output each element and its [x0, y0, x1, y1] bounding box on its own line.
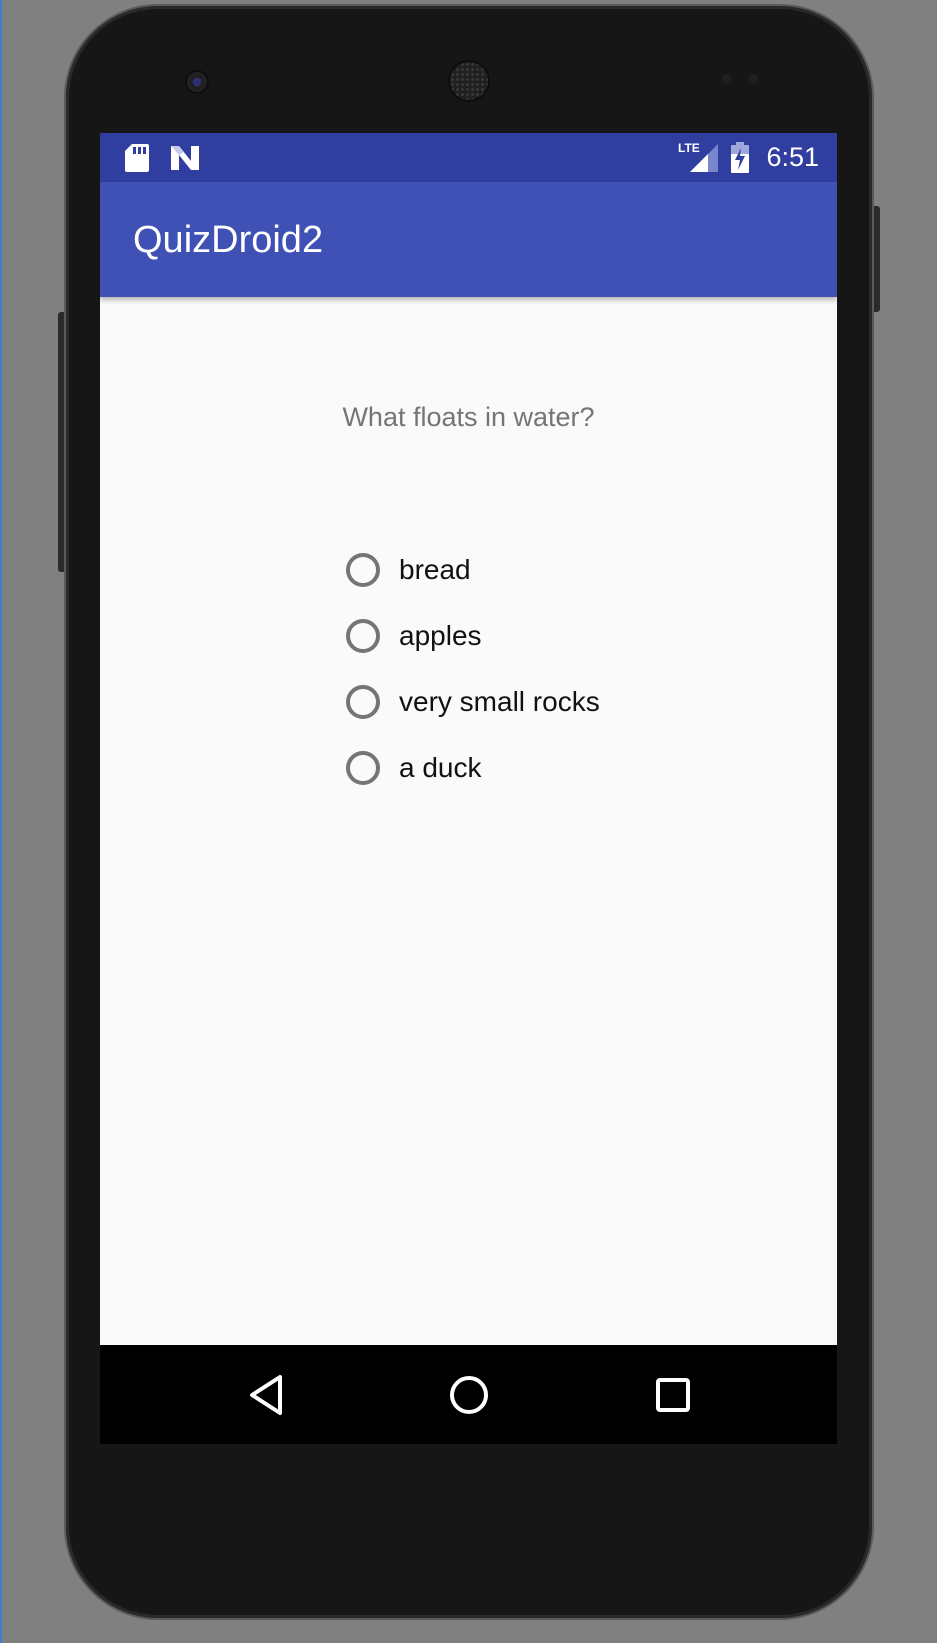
navigation-bar	[100, 1345, 837, 1444]
answer-label: very small rocks	[399, 686, 600, 717]
answer-label: a duck	[399, 752, 482, 783]
back-icon	[250, 1375, 282, 1415]
answer-option-a-duck[interactable]: a duck	[345, 735, 600, 801]
status-clock: 6:51	[766, 142, 819, 172]
back-button[interactable]	[238, 1367, 294, 1423]
radio-button-icon[interactable]	[346, 751, 380, 785]
sd-card-icon	[124, 143, 150, 178]
front-camera	[187, 72, 207, 92]
earpiece-speaker	[450, 62, 488, 100]
radio-button-icon[interactable]	[346, 619, 380, 653]
answer-label: bread	[399, 554, 471, 585]
window-edge	[0, 0, 2, 1643]
radio-button-icon[interactable]	[346, 685, 380, 719]
light-sensor	[748, 74, 758, 84]
answer-option-bread[interactable]: bread	[345, 537, 600, 603]
answer-option-apples[interactable]: apples	[345, 603, 600, 669]
battery-charging-icon	[730, 142, 750, 179]
lte-label: LTE	[678, 141, 700, 155]
n-notification-icon	[170, 145, 200, 176]
answer-radio-group: bread apples very small rocks a duck	[345, 537, 600, 801]
lte-signal-icon: LTE	[678, 140, 720, 179]
app-bar: QuizDroid2	[100, 182, 837, 297]
question-text: What floats in water?	[342, 402, 595, 432]
device-screen: LTE 6:51 QuizDroid2 What floats in water…	[100, 133, 837, 1444]
home-icon	[450, 1376, 488, 1414]
recents-button[interactable]	[645, 1367, 701, 1423]
status-bar: LTE 6:51	[100, 133, 837, 182]
recents-icon	[656, 1378, 690, 1412]
app-title: QuizDroid2	[133, 219, 324, 261]
home-button[interactable]	[441, 1367, 497, 1423]
answer-option-very-small-rocks[interactable]: very small rocks	[345, 669, 600, 735]
proximity-sensor	[722, 74, 732, 84]
radio-button-icon[interactable]	[346, 553, 380, 587]
answer-label: apples	[399, 620, 482, 651]
